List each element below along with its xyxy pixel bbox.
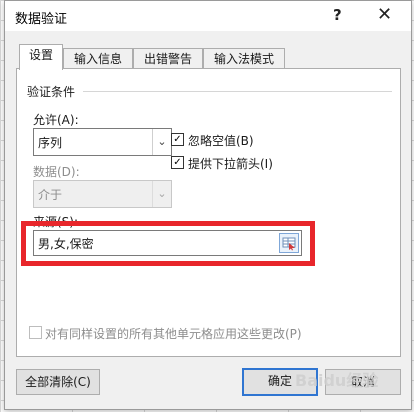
ignore-blank-label: 忽略空值(B) <box>188 134 254 148</box>
allow-label: 允许(A): <box>33 113 79 127</box>
source-highlight-box <box>21 221 315 266</box>
chevron-down-icon: ⌄ <box>152 181 171 207</box>
tab-settings[interactable]: 设置 <box>19 44 63 70</box>
ignore-blank-checkbox[interactable]: ✓ <box>171 133 184 146</box>
clear-all-button[interactable]: 全部清除(C) <box>16 369 100 395</box>
tab-error-alert[interactable]: 出错警告 <box>133 48 203 69</box>
dropdown-arrow-checkbox[interactable]: ✓ <box>171 156 184 169</box>
data-label: 数据(D): <box>33 165 80 179</box>
dialog-title: 数据验证 <box>15 12 68 27</box>
data-select-value: 介于 <box>38 188 63 202</box>
watermark: Baidu经验 <box>295 371 379 390</box>
apply-all-checkbox[interactable] <box>29 326 42 339</box>
title-bar: 数据验证 ? ✕ <box>5 1 411 31</box>
chevron-down-icon[interactable]: ⌄ <box>152 129 171 155</box>
settings-panel: 验证条件 允许(A): 序列 ⌄ ✓ 忽略空值(B) ✓ 提供下拉箭头(I) 数… <box>16 68 401 357</box>
data-validation-dialog: 数据验证 ? ✕ 设置 输入信息 出错警告 输入法模式 验证条件 允许(A): … <box>4 0 412 410</box>
apply-all-label: 对有同样设置的所有其他单元格应用这些更改(P) <box>45 327 302 341</box>
dropdown-arrow-label: 提供下拉箭头(I) <box>188 157 273 171</box>
tab-ime-mode[interactable]: 输入法模式 <box>203 48 285 69</box>
section-divider <box>83 91 392 92</box>
data-select: 介于 ⌄ <box>33 180 172 208</box>
allow-select[interactable]: 序列 ⌄ <box>33 128 172 156</box>
allow-select-value: 序列 <box>38 136 63 150</box>
close-button[interactable]: ✕ <box>377 4 392 25</box>
tab-input-message[interactable]: 输入信息 <box>63 48 133 69</box>
validation-criteria-heading: 验证条件 <box>27 85 76 99</box>
help-button[interactable]: ? <box>333 6 342 24</box>
